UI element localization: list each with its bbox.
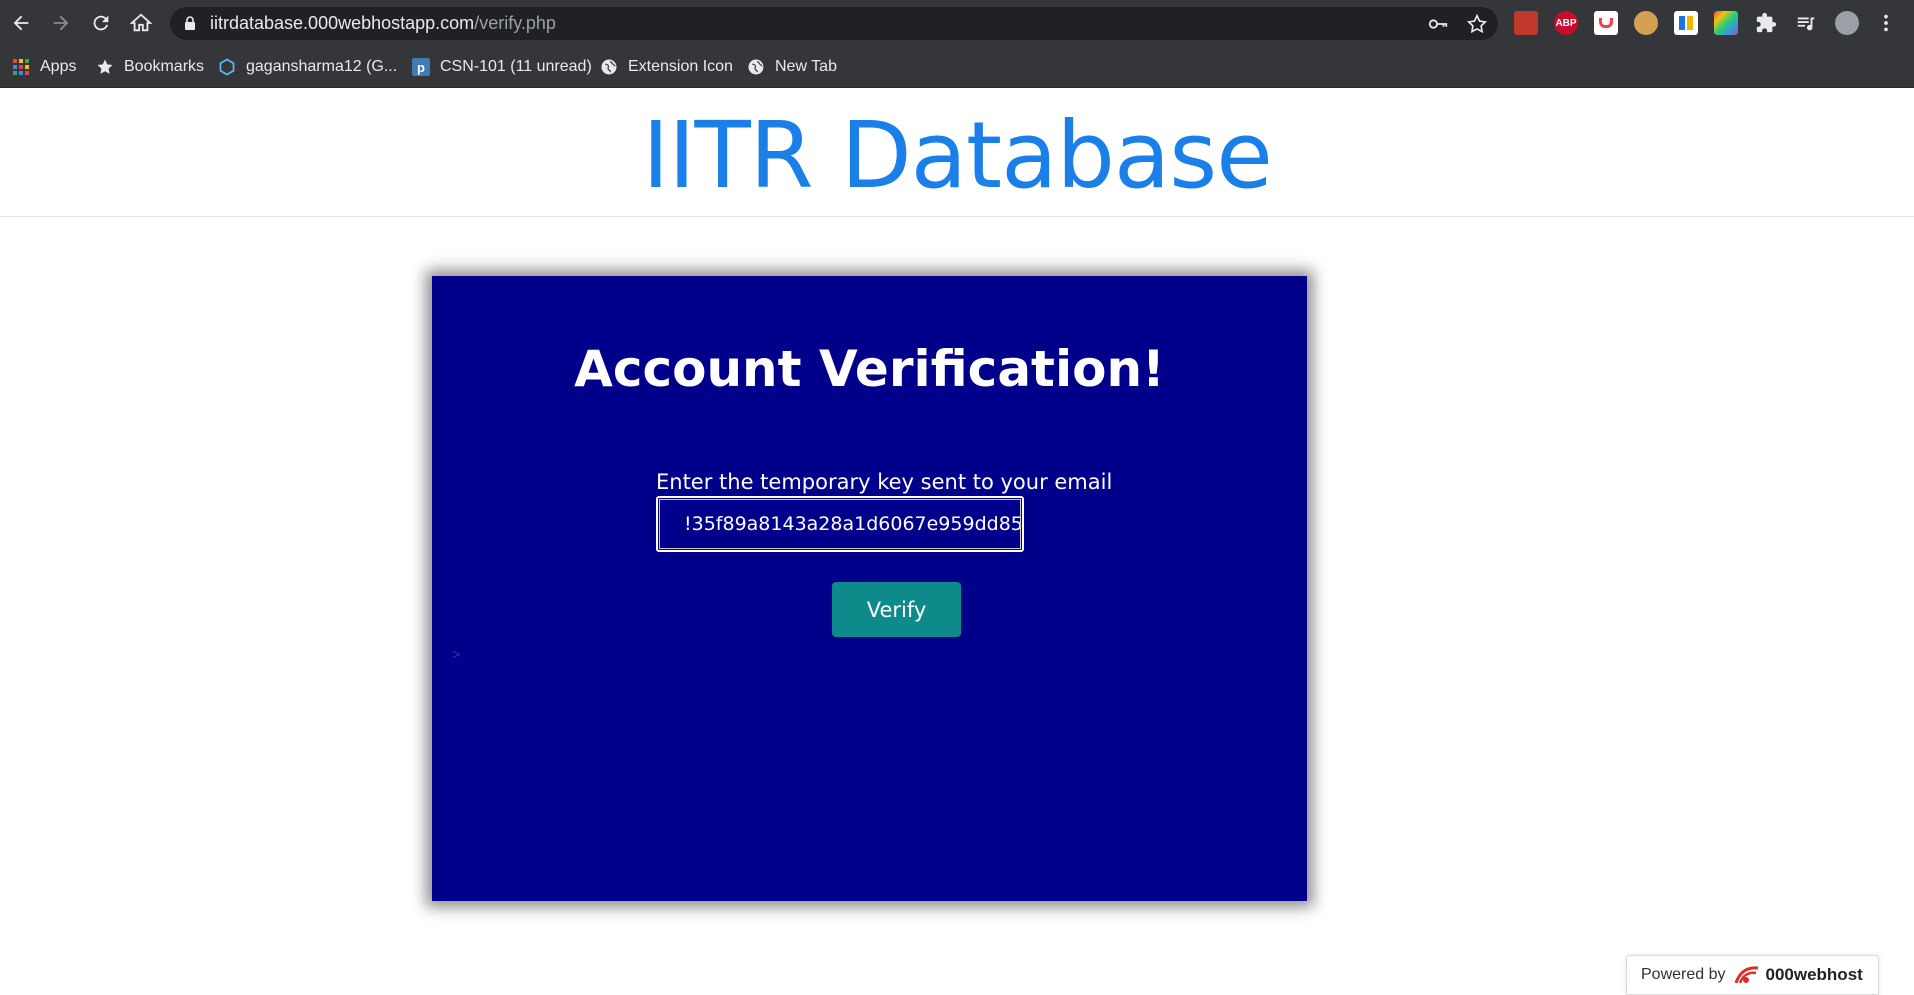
home-icon[interactable] xyxy=(124,6,158,40)
000webhost-logo-icon xyxy=(1734,965,1760,985)
star-icon xyxy=(96,58,114,76)
cookie-icon[interactable] xyxy=(1634,11,1658,35)
bookmark-label: Extension Icon xyxy=(628,58,733,75)
bookmark-label: Bookmarks xyxy=(124,58,205,75)
verification-card: Account Verification! Enter the temporar… xyxy=(432,276,1307,901)
url-text[interactable]: iitrdatabase.000webhostapp.com/verify.ph… xyxy=(210,13,556,34)
piazza-icon: p xyxy=(412,58,430,76)
reload-icon[interactable] xyxy=(84,6,118,40)
globe-icon xyxy=(600,58,618,76)
address-bar[interactable]: iitrdatabase.000webhostapp.com/verify.ph… xyxy=(170,7,1498,40)
powered-by-badge[interactable]: Powered by 000webhost xyxy=(1626,955,1879,995)
back-icon[interactable] xyxy=(4,6,38,40)
lock-icon[interactable] xyxy=(184,16,196,30)
bookmark-label: Apps xyxy=(40,58,77,75)
profile-avatar-icon[interactable] xyxy=(1835,11,1859,35)
browser-toolbar: iitrdatabase.000webhostapp.com/verify.ph… xyxy=(0,0,1914,46)
powered-by-label: Powered by xyxy=(1641,966,1726,983)
forward-icon[interactable] xyxy=(44,6,78,40)
bookmark-extension-icon[interactable]: Extension Icon xyxy=(600,54,733,80)
key-input-label: Enter the temporary key sent to your ema… xyxy=(656,470,1113,494)
site-title[interactable]: IITR Database xyxy=(0,102,1914,209)
bookmark-apps[interactable]: Apps xyxy=(12,54,76,80)
bookmark-bookmarks[interactable]: Bookmarks xyxy=(96,54,204,80)
site-header: IITR Database xyxy=(0,88,1914,217)
bookmark-label: gagansharma12 (G... xyxy=(246,58,398,75)
book-extension-icon[interactable] xyxy=(1514,11,1538,35)
stray-text: > xyxy=(452,646,461,662)
flag-extension-icon[interactable] xyxy=(1674,11,1698,35)
apps-grid-icon xyxy=(12,58,30,76)
card-title: Account Verification! xyxy=(574,340,1165,398)
bookmark-label: CSN-101 (11 unread) xyxy=(440,58,592,75)
puzzle-extensions-icon[interactable] xyxy=(1754,11,1778,35)
hexagon-icon xyxy=(218,58,236,76)
bookmark-label: New Tab xyxy=(775,58,837,75)
key-icon[interactable] xyxy=(1427,13,1449,35)
powered-by-brand: 000webhost xyxy=(1765,965,1863,984)
colorful-extension-icon[interactable] xyxy=(1714,11,1738,35)
globe-icon xyxy=(747,58,765,76)
temporary-key-input[interactable]: !35f89a8143a28a1d6067e959dd858 xyxy=(656,496,1024,552)
bookmark-star-icon[interactable] xyxy=(1466,13,1488,35)
menu-kebab-icon[interactable] xyxy=(1869,6,1903,40)
bookmark-new-tab[interactable]: New Tab xyxy=(747,54,837,80)
pocket-icon[interactable] xyxy=(1594,11,1618,35)
bookmark-github[interactable]: gagansharma12 (G... xyxy=(218,54,397,80)
media-queue-icon[interactable] xyxy=(1794,11,1818,35)
verify-button[interactable]: Verify xyxy=(832,582,961,637)
adblock-plus-icon[interactable]: ABP xyxy=(1554,11,1578,35)
bookmarks-bar: Apps Bookmarks gagansharma12 (G... p CSN… xyxy=(0,46,1914,88)
bookmark-piazza[interactable]: p CSN-101 (11 unread) xyxy=(412,54,592,80)
